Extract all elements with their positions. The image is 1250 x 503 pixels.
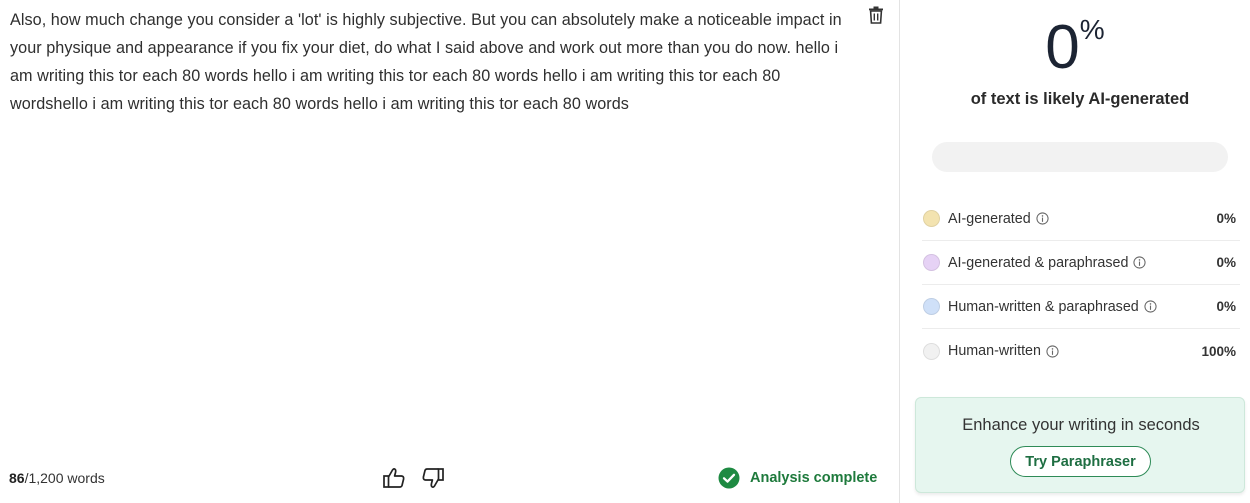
legend-row-human-paraphrased: Human-written & paraphrased 0% [922, 285, 1240, 329]
word-count: 86/1,200 words [9, 470, 105, 486]
thumbs-up-button[interactable] [381, 465, 407, 491]
legend-label: AI-generated [948, 210, 1031, 227]
text-paragraph: Also, how much change you consider a 'lo… [10, 11, 842, 113]
info-icon[interactable] [1133, 256, 1147, 269]
legend-dot [923, 210, 940, 227]
score-progress-bar [932, 142, 1228, 172]
promo-title: Enhance your writing in seconds [962, 416, 1200, 434]
legend-value: 0% [1216, 299, 1236, 314]
score-value: 0 [1045, 13, 1080, 82]
legend-row-human-written: Human-written 100% [922, 329, 1240, 373]
info-icon[interactable] [1036, 212, 1049, 225]
legend-row-ai-generated: AI-generated 0% [922, 197, 1240, 241]
word-count-current: 86 [9, 470, 25, 486]
results-legend: AI-generated 0% AI-generated & paraphras… [922, 197, 1240, 373]
status-text: Analysis complete [750, 470, 878, 486]
trash-icon [869, 6, 883, 24]
legend-label: Human-written [948, 343, 1041, 359]
info-icon[interactable] [1046, 344, 1059, 358]
thumbs-down-button[interactable] [420, 465, 446, 491]
editor-text[interactable]: Also, how much change you consider a 'lo… [10, 6, 850, 118]
legend-value: 0% [1216, 211, 1236, 226]
delete-button[interactable] [866, 5, 886, 25]
score-unit: % [1079, 14, 1105, 45]
try-paraphraser-button[interactable]: Try Paraphraser [1010, 446, 1151, 477]
thumbs-down-icon [422, 468, 444, 488]
legend-label: Human-written & paraphrased [948, 298, 1139, 315]
analysis-status: Analysis complete [718, 467, 877, 489]
score-caption: of text is likely AI-generated [970, 90, 1190, 108]
word-count-limit: /1,200 words [24, 470, 105, 486]
results-pane: 0% of text is likely AI-generated AI-gen… [900, 0, 1250, 503]
legend-dot [923, 342, 940, 360]
legend-row-ai-paraphrased: AI-generated & paraphrased 0% [922, 241, 1240, 285]
legend-dot [923, 298, 940, 315]
legend-label: AI-generated & paraphrased [948, 254, 1129, 271]
editor-footer: 86/1,200 words Analysis complete [0, 462, 899, 496]
legend-value: 0% [1216, 255, 1236, 270]
ai-score: 0% [900, 12, 1250, 84]
thumbs-up-icon [383, 468, 405, 488]
editor-pane: Also, how much change you consider a 'lo… [0, 0, 899, 503]
info-icon[interactable] [1144, 300, 1157, 313]
legend-value: 100% [1201, 343, 1236, 359]
check-circle-icon [718, 467, 740, 489]
legend-dot [923, 254, 940, 271]
paraphraser-promo: Enhance your writing in seconds Try Para… [915, 397, 1245, 493]
